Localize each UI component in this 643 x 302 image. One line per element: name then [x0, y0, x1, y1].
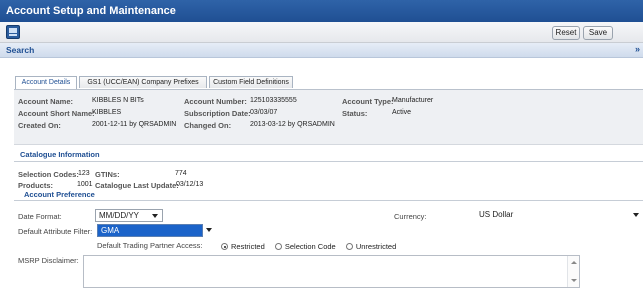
reset-button[interactable]: Reset — [552, 26, 580, 40]
radio-button-icon — [221, 243, 228, 251]
search-panel-header[interactable]: Search » — [0, 43, 643, 58]
last-update-value: 03/12/13 — [176, 181, 204, 188]
tab-custom-fields[interactable]: Custom Field Definitions — [209, 76, 293, 88]
attribute-filter-arrow — [203, 224, 215, 237]
partner-access-options: Restricted Selection Code Unrestricted — [221, 241, 404, 251]
partner-access-label: Default Trading Partner Access: — [97, 241, 203, 250]
currency-label: Currency: — [394, 212, 427, 221]
toolbar: Reset Save — [0, 22, 643, 43]
subscription-date-label: Subscription Date: — [184, 109, 251, 118]
account-number-value: 125103335555 — [250, 97, 297, 104]
radio-button-icon — [274, 243, 282, 251]
changed-on-value: 2013-03-12 by QRSADMIN — [250, 121, 335, 128]
created-on-value: 2001-12-11 by QRSADMIN — [92, 121, 177, 128]
currency-value: US Dollar — [479, 210, 514, 219]
date-format-label: Date Format: — [18, 212, 62, 221]
selection-codes-label: Selection Codes: — [18, 170, 79, 179]
account-name-value: KIBBLES N BITs — [92, 97, 144, 104]
account-short-name-label: Account Short Name: — [18, 109, 95, 118]
status-value: Active — [392, 109, 412, 116]
chevron-down-icon — [206, 228, 212, 232]
attribute-filter-label: Default Attribute Filter: — [18, 227, 93, 236]
save-button[interactable]: Save — [583, 26, 613, 40]
attribute-filter-value: GMA — [97, 224, 203, 237]
attribute-filter-select[interactable]: GMA — [97, 224, 217, 237]
subscription-date-value: 03/03/07 — [250, 109, 278, 116]
account-short-name-value: KIBBLES — [92, 109, 122, 116]
gtins-label: GTINs: — [95, 170, 120, 179]
msrp-disclaimer-label: MSRP Disclaimer: — [18, 256, 79, 265]
chevron-down-icon — [152, 214, 158, 218]
radio-unrestricted[interactable]: Unrestricted — [345, 242, 396, 251]
scroll-up-icon[interactable] — [571, 261, 577, 264]
account-type-value: Manufacturer — [392, 97, 434, 104]
account-type-label: Account Type: — [342, 97, 394, 106]
products-label: Products: — [18, 181, 54, 190]
tab-company-prefixes[interactable]: GS1 (UCC/EAN) Company Prefixes — [79, 76, 207, 88]
account-summary: Account Name: KIBBLES N BITs Account Sho… — [14, 89, 643, 145]
grid-view-icon[interactable] — [6, 25, 20, 39]
changed-on-label: Changed On: — [184, 121, 232, 130]
search-label: Search — [6, 45, 35, 55]
scroll-down-icon[interactable] — [571, 279, 577, 282]
currency-select[interactable]: US Dollar — [476, 209, 642, 222]
gtins-value: 774 — [175, 170, 187, 177]
preference-divider — [14, 200, 643, 201]
radio-selection-code[interactable]: Selection Code — [274, 242, 336, 251]
textarea-scrollbar[interactable] — [567, 256, 579, 287]
last-update-label: Catalogue Last Update: — [95, 181, 179, 190]
date-format-select[interactable]: MM/DD/YY — [95, 209, 163, 222]
tab-account-details[interactable]: Account Details — [15, 76, 77, 89]
window-title: Account Setup and Maintenance — [0, 0, 643, 22]
products-value: 1001 — [77, 181, 93, 188]
catalogue-section-title: Catalogue Information — [20, 150, 100, 159]
status-label: Status: — [342, 109, 368, 118]
selection-codes-value: 123 — [78, 170, 90, 177]
account-name-label: Account Name: — [18, 97, 74, 106]
date-format-value: MM/DD/YY — [99, 211, 139, 220]
radio-button-icon — [345, 243, 353, 251]
radio-restricted[interactable]: Restricted — [221, 242, 265, 251]
chevron-down-icon — [633, 213, 639, 217]
created-on-label: Created On: — [18, 121, 61, 130]
account-number-label: Account Number: — [184, 97, 247, 106]
catalogue-divider — [14, 161, 643, 162]
preference-section-title: Account Preference — [24, 190, 95, 199]
msrp-disclaimer-textarea[interactable] — [83, 255, 580, 288]
expand-icon[interactable]: » — [635, 44, 640, 54]
